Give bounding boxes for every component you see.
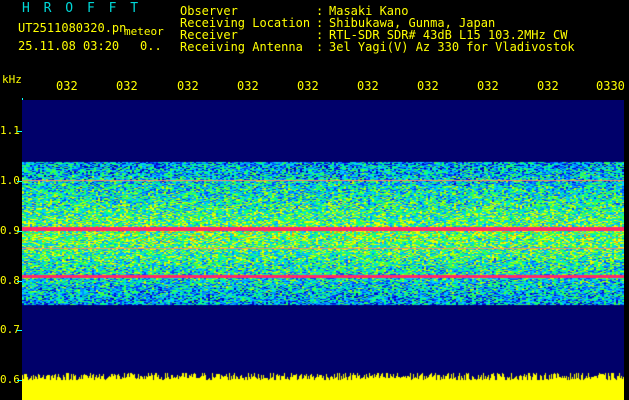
timestamp-label: 25.11.08 03:20: [18, 39, 120, 53]
antenna-label: Receiving Antenna: [180, 40, 303, 54]
time-tick: 032: [116, 79, 138, 93]
counter-label: 0..: [140, 39, 162, 53]
filename-label: UT2511080320.pn: [18, 21, 127, 35]
time-tick: 032: [357, 79, 379, 93]
spectrogram-canvas: [22, 100, 624, 400]
time-tick: 032: [477, 79, 499, 93]
antenna-separator: :: [316, 40, 324, 54]
detection-type-label: meteor: [124, 25, 164, 38]
hrofft-window: H R O F F T UT2511080320.pn meteor 25.11…: [0, 0, 629, 400]
app-title: H R O F F T: [22, 1, 142, 16]
time-tick: 032: [237, 79, 259, 93]
time-tick: 032: [56, 79, 78, 93]
time-tick: 032: [537, 79, 559, 93]
antenna-value: 3el Yagi(V) Az 330 for Vladivostok: [329, 40, 575, 54]
time-tick: 032: [177, 79, 199, 93]
time-tick: 0330: [596, 79, 625, 93]
spectrogram-plot: [22, 100, 624, 400]
time-tick: 032: [297, 79, 319, 93]
freq-unit-label: kHz: [2, 73, 22, 86]
time-tick: 032: [417, 79, 439, 93]
